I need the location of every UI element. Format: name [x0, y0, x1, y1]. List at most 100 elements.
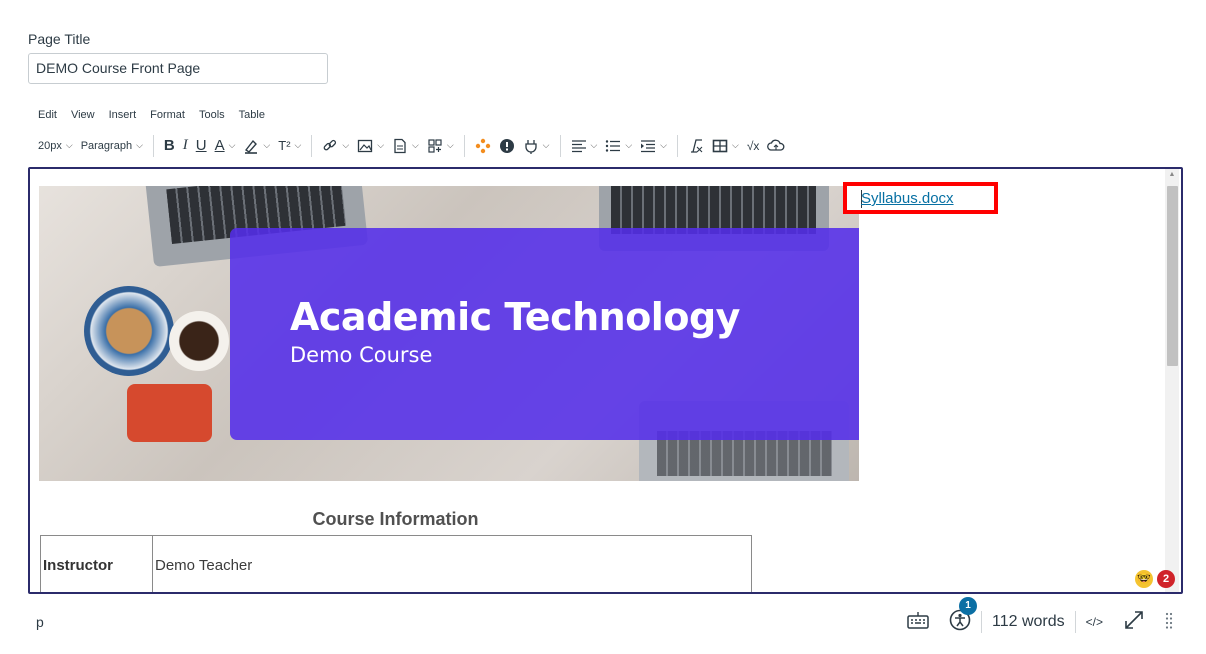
- table-cell-value[interactable]: Demo Teacher: [152, 535, 752, 592]
- chevron-down-icon: ⌵: [731, 140, 739, 150]
- coffee-cup-graphic: [169, 311, 229, 371]
- html-editor-toggle[interactable]: </>: [1076, 615, 1113, 629]
- link-icon: [324, 139, 337, 150]
- statusbar-actions: 1 112 words </>: [897, 596, 1183, 636]
- plugin-tools-button[interactable]: ⌵: [519, 132, 554, 159]
- cloud-icon: [767, 139, 785, 151]
- rich-content-editor[interactable]: Academic Technology Demo Course Syllabus…: [28, 167, 1183, 594]
- bullet-list-icon: [606, 139, 621, 152]
- course-info-heading: Course Information: [312, 509, 479, 529]
- table-icon: [712, 139, 728, 152]
- chevron-down-icon: ⌵: [590, 140, 598, 150]
- menu-view[interactable]: View: [62, 106, 100, 124]
- block-format-select[interactable]: Paragraph ⌵: [77, 132, 147, 159]
- menu-edit[interactable]: Edit: [28, 106, 62, 124]
- chevron-down-icon: ⌵: [228, 140, 236, 150]
- chevron-down-icon: ⌵: [342, 140, 350, 150]
- toolbar-divider: [676, 134, 678, 157]
- clear-formatting-button[interactable]: [684, 132, 708, 159]
- table-cell-key[interactable]: Instructor: [40, 535, 153, 592]
- scroll-up-arrow-icon[interactable]: ▲: [1165, 171, 1179, 183]
- font-size-value: 20px: [38, 139, 62, 152]
- text-color-button[interactable]: A ⌵: [211, 132, 240, 159]
- editor-menubar: Edit View Insert Format Tools Table: [28, 106, 270, 124]
- fullscreen-button[interactable]: [1113, 609, 1155, 636]
- record-icon: [499, 138, 514, 153]
- italic-button[interactable]: I: [179, 132, 192, 159]
- clear-formatting-icon: [690, 138, 703, 153]
- chevron-down-icon: ⌵: [377, 140, 385, 150]
- nerd-face-icon[interactable]: 🤓: [1135, 570, 1153, 588]
- chevron-down-icon: ⌵: [446, 140, 454, 150]
- accessibility-checker-button[interactable]: 1: [939, 596, 981, 636]
- link-button[interactable]: ⌵: [318, 132, 353, 159]
- snack-bowl-graphic: [84, 286, 174, 376]
- accessibility-issue-badge: 1: [959, 596, 977, 615]
- syllabus-link[interactable]: Syllabus.docx: [861, 190, 954, 207]
- superscript-button[interactable]: T² ⌵: [274, 132, 305, 159]
- page-title-input[interactable]: DEMO Course Front Page: [28, 53, 328, 84]
- indent-button[interactable]: ⌵: [636, 132, 671, 159]
- menu-format[interactable]: Format: [141, 106, 190, 124]
- document-icon: [394, 138, 406, 153]
- cloud-upload-button[interactable]: [763, 132, 789, 159]
- page-title-label: Page Title: [28, 31, 91, 47]
- bold-icon: B: [163, 137, 175, 154]
- keyboard-icon: [907, 611, 929, 629]
- indent-icon: [641, 139, 656, 152]
- notification-badge-icon[interactable]: 2: [1157, 570, 1175, 588]
- drag-handle-icon: [1165, 612, 1173, 629]
- toolbar-divider: [559, 134, 561, 157]
- chevron-down-icon: ⌵: [412, 140, 419, 150]
- syllabus-link-highlight: Syllabus.docx: [843, 182, 998, 214]
- plugin-button[interactable]: [471, 132, 495, 159]
- align-button[interactable]: ⌵: [567, 132, 602, 159]
- resize-handle[interactable]: [1155, 611, 1183, 634]
- toolbar-divider: [152, 134, 154, 157]
- banner-title: Academic Technology: [290, 295, 740, 339]
- course-info-table: Instructor Demo Teacher: [40, 535, 752, 592]
- hard-drive-graphic: [127, 384, 212, 442]
- menu-table[interactable]: Table: [230, 106, 270, 124]
- keyboard-shortcuts-button[interactable]: [897, 611, 939, 634]
- italic-icon: I: [182, 137, 188, 153]
- banner-overlay: Academic Technology Demo Course: [230, 228, 859, 440]
- equation-button[interactable]: √x: [743, 132, 764, 159]
- record-button[interactable]: [495, 132, 519, 159]
- chevron-down-icon: ⌵: [625, 140, 633, 150]
- chevron-down-icon: ⌵: [136, 140, 143, 150]
- underline-icon: U: [195, 137, 207, 154]
- table-button[interactable]: ⌵: [708, 132, 743, 159]
- bold-button[interactable]: B: [160, 132, 179, 159]
- editor-scrollbar[interactable]: ▲: [1165, 169, 1179, 592]
- highlight-color-button[interactable]: ⌵: [239, 132, 274, 159]
- menu-insert[interactable]: Insert: [100, 106, 142, 124]
- keyboard-graphic: [611, 186, 816, 234]
- toolbar-divider: [311, 134, 313, 157]
- font-size-select[interactable]: 20px ⌵: [34, 132, 77, 159]
- apps-icon: [428, 138, 442, 153]
- document-button[interactable]: ⌵: [388, 132, 423, 159]
- apps-button[interactable]: ⌵: [423, 132, 458, 159]
- banner-image: Academic Technology Demo Course: [39, 186, 859, 481]
- highlighter-icon: [245, 139, 258, 154]
- toolbar-divider: [463, 134, 465, 157]
- editor-toolbar: 20px ⌵ Paragraph ⌵ B I U A ⌵ ⌵ T² ⌵ ⌵ ⌵ …: [34, 132, 789, 159]
- chevron-down-icon: ⌵: [65, 140, 73, 150]
- list-button[interactable]: ⌵: [601, 132, 636, 159]
- menu-tools[interactable]: Tools: [190, 106, 230, 124]
- equation-icon: √x: [746, 138, 760, 153]
- chevron-down-icon: ⌵: [542, 140, 550, 150]
- element-path[interactable]: p: [36, 614, 44, 630]
- image-button[interactable]: ⌵: [353, 132, 388, 159]
- block-format-value: Paragraph: [80, 139, 133, 152]
- editor-statusbar: p 1 112 words </>: [28, 596, 1183, 644]
- scrollbar-thumb[interactable]: [1167, 186, 1178, 366]
- diamond-dots-icon: [475, 138, 490, 153]
- underline-button[interactable]: U: [192, 132, 211, 159]
- word-count[interactable]: 112 words: [982, 613, 1075, 631]
- chevron-down-icon: ⌵: [660, 140, 667, 150]
- plug-icon: [525, 139, 537, 154]
- chevron-down-icon: ⌵: [263, 140, 271, 150]
- expand-icon: [1125, 610, 1143, 629]
